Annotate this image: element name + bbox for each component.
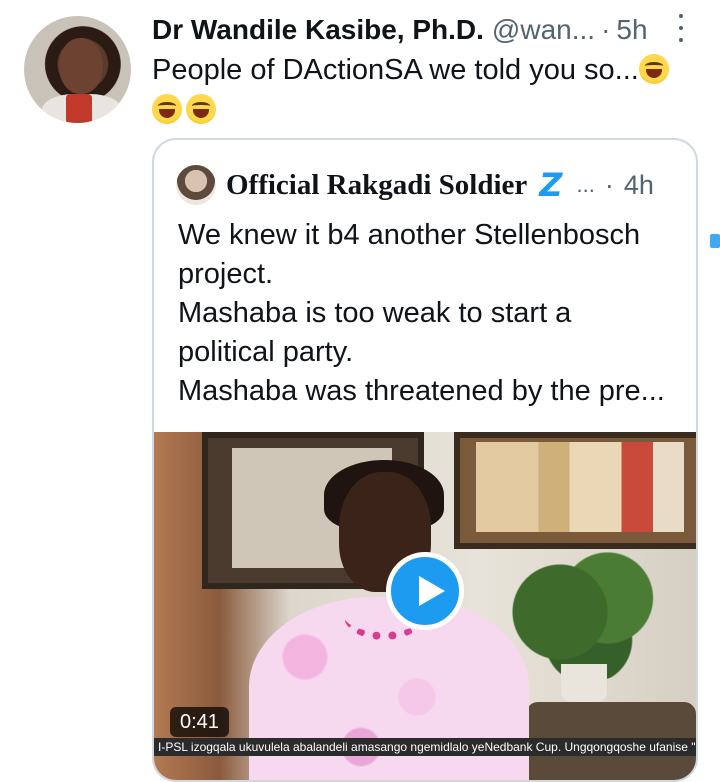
- header-separator: ·: [601, 14, 611, 45]
- quoted-text-line: Mashaba was threatened by the pre...: [178, 375, 665, 407]
- video-duration-badge: 0:41: [170, 707, 229, 737]
- author-avatar[interactable]: [24, 16, 131, 123]
- background-painting: [454, 432, 696, 549]
- verified-z-badge-icon: Z: [539, 166, 563, 204]
- laughing-face-emoji-icon: [152, 94, 182, 124]
- quoted-author-avatar[interactable]: [176, 165, 216, 205]
- play-icon[interactable]: [386, 552, 464, 630]
- quoted-tweet-card[interactable]: Official Rakgadi Soldier Z ... · 4h We k…: [152, 138, 698, 782]
- plant-pot: [561, 664, 607, 702]
- tweet-header: Dr Wandile Kasibe, Ph.D. @wan... · 5h: [152, 10, 690, 50]
- quoted-tweet-header: Official Rakgadi Soldier Z ... · 4h: [176, 162, 676, 208]
- laughing-face-emoji-icon: [186, 94, 216, 124]
- video-player[interactable]: I-PSL izogqala ukuvulela abalandeli amas…: [154, 432, 696, 780]
- tweet-text-content: People of DActionSA we told you so...: [152, 54, 639, 86]
- laughing-face-emoji-icon: [638, 54, 669, 84]
- quoted-author-name[interactable]: Official Rakgadi Soldier: [226, 169, 527, 202]
- quoted-tweet-timestamp[interactable]: 4h: [624, 170, 654, 201]
- tweet-text: People of DActionSA we told you so...: [152, 50, 692, 130]
- author-handle[interactable]: @wan...: [492, 14, 595, 46]
- avatar-face: [59, 38, 103, 94]
- quoted-handle-ellipsis: ...: [576, 172, 595, 197]
- scroll-indicator: [710, 234, 720, 248]
- more-options-icon[interactable]: [676, 14, 686, 42]
- quoted-text-line: political party.: [178, 336, 354, 368]
- tweet-timestamp[interactable]: 5h: [616, 14, 647, 46]
- quoted-header-separator: ·: [604, 169, 614, 200]
- avatar-scarf: [66, 94, 92, 123]
- quoted-text-line: Mashaba is too weak to start a: [178, 297, 572, 329]
- quoted-tweet-text: We knew it b4 another Stellenbosch proje…: [178, 216, 678, 411]
- news-ticker: I-PSL izogqala ukuvulela abalandeli amas…: [154, 738, 696, 756]
- quoted-text-line: project.: [178, 258, 274, 290]
- author-name[interactable]: Dr Wandile Kasibe, Ph.D.: [152, 14, 484, 46]
- quoted-text-line: We knew it b4 another Stellenbosch: [178, 219, 641, 251]
